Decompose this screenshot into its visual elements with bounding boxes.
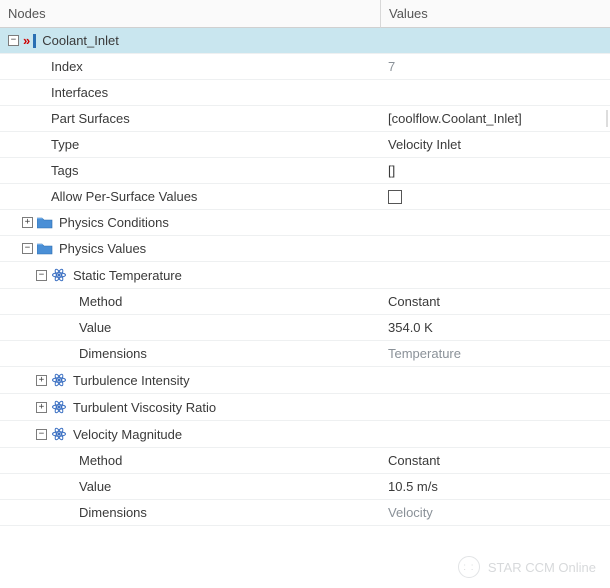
node-label: Interfaces bbox=[51, 85, 108, 100]
value-cell-velocity-magnitude[interactable] bbox=[380, 421, 610, 448]
node-label: Allow Per-Surface Values bbox=[51, 189, 197, 204]
value-cell-physics-values[interactable] bbox=[380, 236, 610, 262]
checkbox-allow-per-surface[interactable] bbox=[388, 190, 402, 204]
value-cell-coolant-inlet[interactable] bbox=[380, 28, 610, 54]
watermark-logo-icon: : : bbox=[458, 556, 480, 578]
node-cell-st-value[interactable]: Value bbox=[0, 315, 380, 341]
value-cell-tags[interactable]: [] bbox=[380, 158, 610, 184]
value-cell-interfaces[interactable] bbox=[380, 80, 610, 106]
value-cell-st-method[interactable]: Constant bbox=[380, 289, 610, 315]
node-cell-coolant-inlet[interactable]: −» Coolant_Inlet bbox=[0, 28, 380, 54]
atom-icon bbox=[51, 372, 67, 388]
column-header-values[interactable]: Values bbox=[380, 0, 610, 28]
node-label: Static Temperature bbox=[73, 268, 182, 283]
node-cell-turbulent-viscosity-ratio[interactable]: + Turbulent Viscosity Ratio bbox=[0, 394, 380, 421]
folder-icon bbox=[37, 242, 53, 255]
collapse-toggle[interactable]: − bbox=[8, 35, 19, 46]
value-cell-vm-value[interactable]: 10.5 m/s bbox=[380, 474, 610, 500]
value-cell-vm-method[interactable]: Constant bbox=[380, 448, 610, 474]
node-cell-velocity-magnitude[interactable]: − Velocity Magnitude bbox=[0, 421, 380, 448]
node-cell-vm-method[interactable]: Method bbox=[0, 448, 380, 474]
node-label: Physics Values bbox=[59, 241, 146, 256]
node-cell-tags[interactable]: Tags bbox=[0, 158, 380, 184]
value-text: [] bbox=[388, 163, 395, 178]
value-cell-st-dimensions[interactable]: Temperature bbox=[380, 341, 610, 367]
folder-icon bbox=[37, 216, 53, 229]
value-text: Velocity bbox=[388, 505, 433, 520]
atom-icon bbox=[51, 267, 67, 283]
node-cell-type[interactable]: Type bbox=[0, 132, 380, 158]
inlet-bar-icon bbox=[33, 34, 36, 48]
value-text: 354.0 K bbox=[388, 320, 433, 335]
value-cell-turbulence-intensity[interactable] bbox=[380, 367, 610, 394]
collapse-toggle[interactable]: − bbox=[36, 429, 47, 440]
value-text: Velocity Inlet bbox=[388, 137, 461, 152]
node-cell-st-method[interactable]: Method bbox=[0, 289, 380, 315]
atom-icon bbox=[51, 399, 67, 415]
node-label: Velocity Magnitude bbox=[73, 427, 182, 442]
column-header-nodes[interactable]: Nodes bbox=[0, 0, 380, 28]
value-text: Constant bbox=[388, 453, 440, 468]
node-cell-interfaces[interactable]: Interfaces bbox=[0, 80, 380, 106]
node-label: Type bbox=[51, 137, 79, 152]
node-label: Method bbox=[79, 453, 122, 468]
node-cell-vm-value[interactable]: Value bbox=[0, 474, 380, 500]
node-cell-vm-dimensions[interactable]: Dimensions bbox=[0, 500, 380, 526]
watermark-text: STAR CCM Online bbox=[488, 560, 596, 575]
atom-icon bbox=[51, 426, 67, 442]
node-cell-allow-per-surface[interactable]: Allow Per-Surface Values bbox=[0, 184, 380, 210]
inlet-arrows-icon: » bbox=[23, 33, 29, 48]
node-cell-st-dimensions[interactable]: Dimensions bbox=[0, 341, 380, 367]
collapse-toggle[interactable]: − bbox=[36, 270, 47, 281]
node-label: Tags bbox=[51, 163, 78, 178]
collapse-toggle[interactable]: − bbox=[22, 243, 33, 254]
node-label: Dimensions bbox=[79, 346, 147, 361]
node-cell-physics-conditions[interactable]: + Physics Conditions bbox=[0, 210, 380, 236]
value-text: 10.5 m/s bbox=[388, 479, 438, 494]
node-cell-physics-values[interactable]: − Physics Values bbox=[0, 236, 380, 262]
node-label: Value bbox=[79, 320, 111, 335]
value-cell-part-surfaces[interactable]: [coolflow.Coolant_Inlet] bbox=[380, 106, 610, 132]
value-text: [coolflow.Coolant_Inlet] bbox=[388, 111, 522, 126]
expand-toggle[interactable]: + bbox=[36, 402, 47, 413]
value-cell-index[interactable]: 7 bbox=[380, 54, 610, 80]
value-text: Temperature bbox=[388, 346, 461, 361]
node-cell-index[interactable]: Index bbox=[0, 54, 380, 80]
value-cell-allow-per-surface[interactable] bbox=[380, 184, 610, 210]
expand-toggle[interactable]: + bbox=[22, 217, 33, 228]
node-cell-static-temperature[interactable]: − Static Temperature bbox=[0, 262, 380, 289]
cell-edge-icon bbox=[606, 110, 608, 127]
node-label: Turbulence Intensity bbox=[73, 373, 190, 388]
node-label: Turbulent Viscosity Ratio bbox=[73, 400, 216, 415]
node-label: Value bbox=[79, 479, 111, 494]
value-cell-vm-dimensions[interactable]: Velocity bbox=[380, 500, 610, 526]
node-cell-turbulence-intensity[interactable]: + Turbulence Intensity bbox=[0, 367, 380, 394]
value-text: Constant bbox=[388, 294, 440, 309]
node-label: Dimensions bbox=[79, 505, 147, 520]
watermark: : : STAR CCM Online bbox=[458, 556, 596, 578]
value-cell-st-value[interactable]: 354.0 K bbox=[380, 315, 610, 341]
properties-table: Nodes Values −»Coolant_InletIndex7Interf… bbox=[0, 0, 610, 526]
value-cell-type[interactable]: Velocity Inlet bbox=[380, 132, 610, 158]
expand-toggle[interactable]: + bbox=[36, 375, 47, 386]
node-label: Coolant_Inlet bbox=[42, 33, 119, 48]
node-label: Index bbox=[51, 59, 83, 74]
node-label: Method bbox=[79, 294, 122, 309]
node-cell-part-surfaces[interactable]: Part Surfaces bbox=[0, 106, 380, 132]
value-text: 7 bbox=[388, 59, 395, 74]
value-cell-static-temperature[interactable] bbox=[380, 262, 610, 289]
value-cell-physics-conditions[interactable] bbox=[380, 210, 610, 236]
node-label: Part Surfaces bbox=[51, 111, 130, 126]
value-cell-turbulent-viscosity-ratio[interactable] bbox=[380, 394, 610, 421]
node-label: Physics Conditions bbox=[59, 215, 169, 230]
